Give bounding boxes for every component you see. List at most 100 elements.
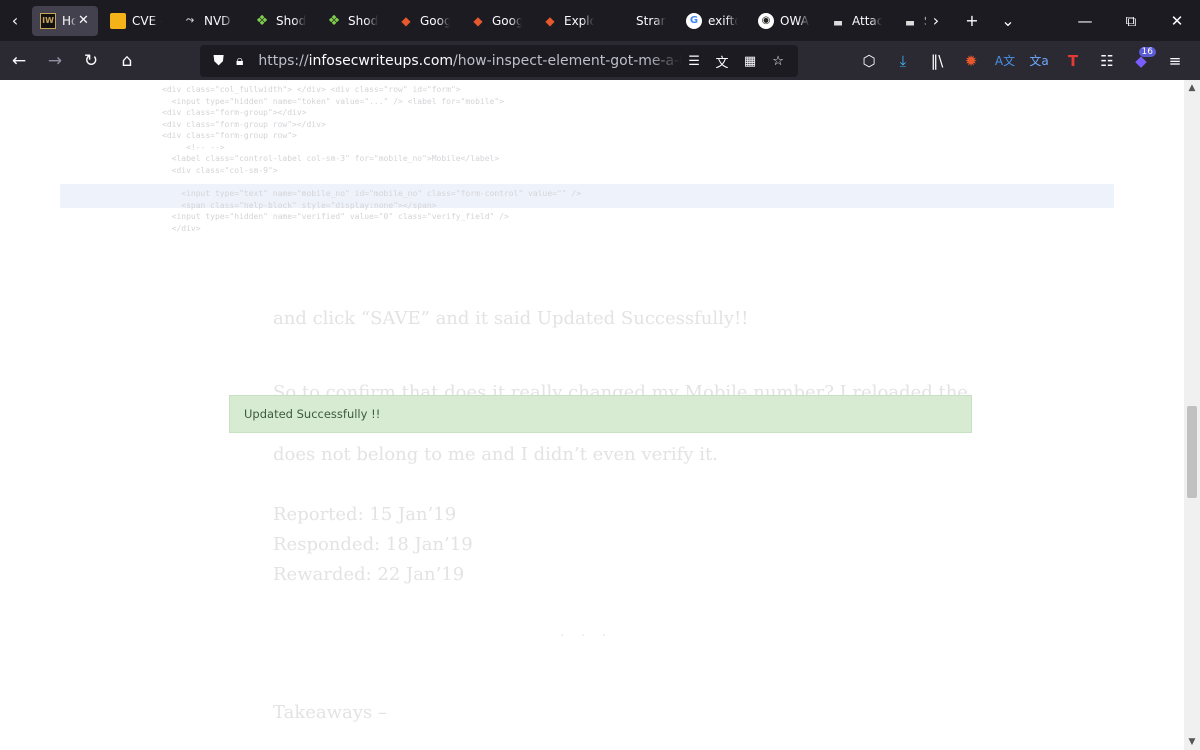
tab-label: Attack [852,13,882,28]
arrow-right-icon: → [47,50,63,71]
code-line: <div class="form-group"></div> [162,108,307,117]
lock-icon[interactable]: 🔒︎ [229,53,250,69]
tab-label: How [62,13,76,28]
chevron-right-icon: › [932,11,940,30]
forward-button[interactable]: → [38,45,72,77]
tab-scroll-right-button[interactable]: › [918,0,954,41]
mitre-attack-icon: ▃ [906,15,914,26]
page-content: <div class="col_fullwidth"> </div> <div … [0,80,1184,750]
code-line: <label class="control-label col-sm-3" fo… [162,154,500,163]
tab-label: Exploit [564,13,594,28]
home-button[interactable]: ⌂ [110,45,144,77]
mitre-attack-icon: ▃ [834,15,842,26]
cve-icon [110,12,126,29]
downloads-button[interactable]: ⤓ [886,45,920,77]
minimize-button[interactable]: — [1062,0,1108,41]
extensions-grid-button[interactable]: ☷ [1090,45,1124,77]
t-extension-button[interactable]: T [1056,45,1090,77]
url-host: infosecwriteups.com [308,53,454,69]
tab-label: exiftool [708,13,738,28]
library-button[interactable]: ‖\ [920,45,954,77]
code-line: <div class="col_fullwidth"> </div> <div … [162,85,461,94]
pocket-icon: ⬡ [862,51,876,70]
tab-shodan-1[interactable]: ❖ Shodan [246,6,314,36]
translate-icon[interactable]: 文 [710,49,734,73]
t-extension-icon: T [1067,51,1079,70]
arrow-left-icon: ← [11,50,27,71]
close-icon: ✕ [1170,11,1184,30]
tab-strange[interactable]: Strange [606,6,674,36]
close-icon[interactable]: ✕ [78,13,90,28]
tab-label: NVD - [204,13,234,28]
scroll-down-button[interactable]: ▼ [1184,734,1200,750]
tab-attack[interactable]: ▃ Attack [822,6,890,36]
pocket-button[interactable]: ⬡ [852,45,886,77]
nvd-icon: ⤳ [186,15,194,26]
translate-extension-icon: A文 [994,54,1016,68]
tab-google-1[interactable]: ◆ Google [390,6,458,36]
url-path: /how-inspect-element-got-me-a-bounty-58d… [453,53,683,69]
vertical-scrollbar[interactable]: ▲ ▼ [1184,80,1200,750]
url-scheme: https:// [258,53,309,69]
extension-fox-button[interactable]: ✹ [954,45,988,77]
qr-code-icon[interactable]: ▦ [738,49,762,73]
tab-exploit[interactable]: ◆ Exploit [534,6,602,36]
toolbar-right: ⬡ ⤓ ‖\ ✹ A文 文a T ☷ ◆ 16 ≡ [852,41,1192,80]
reload-button[interactable]: ↻ [74,45,108,77]
code-line: </div> [162,223,201,233]
back-button[interactable]: ← [2,45,36,77]
code-line: <!-- --> [162,142,225,152]
list-all-tabs-button[interactable]: ⌄ [990,0,1026,41]
takeaways-heading: Takeaways – [273,702,387,723]
extension-badge-count: 16 [1138,46,1156,57]
notification-message: Updated Successfully !! [244,407,381,421]
app-menu-button[interactable]: ≡ [1158,45,1192,77]
blank-icon [614,13,630,29]
owasp-icon: ◉ [758,12,774,29]
code-line: <div class="form-group row"></div> [162,119,326,129]
tab-nvd[interactable]: ⤳ NVD - [174,6,242,36]
success-notification: Updated Successfully !! [229,395,972,433]
translator-extension-icon: 文a [1029,54,1049,68]
tab-scroll-left-button[interactable]: ‹ [0,0,30,41]
tab-exiftool[interactable]: G exiftool [678,6,746,36]
tab-google-2[interactable]: ◆ Google [462,6,530,36]
tab-shodan-2[interactable]: ❖ Shodan [318,6,386,36]
tab-label: Google [420,13,450,28]
scroll-up-button[interactable]: ▲ [1184,80,1200,96]
code-line: <div class="col-sm-9"> [162,165,278,175]
tab-bar: ‹ IW How ✕ CVE - ⤳ NVD - ❖ Shodan ❖ Shod… [0,0,1200,41]
reader-view-icon[interactable]: ☰ [682,49,706,73]
tab-label: Shodan [348,13,378,28]
code-screenshot-image: <div class="col_fullwidth"> </div> <div … [60,80,1114,260]
url-text[interactable]: https://infosecwriteups.com/how-inspect-… [258,53,682,69]
url-bar-actions: ☰ 文 ▦ ☆ [682,49,790,73]
translate-extension-button[interactable]: A文 [988,45,1022,77]
new-tab-button[interactable]: + [954,0,990,41]
tab-how-inspect-element[interactable]: IW How ✕ [32,5,98,36]
reload-icon: ↻ [83,50,99,71]
tab-label: OWASP [780,13,810,28]
code-line: <input type="hidden" name="verified" val… [162,212,509,221]
code-line: <input type="hidden" name="token" value=… [162,96,504,106]
bookmark-star-icon[interactable]: ☆ [766,49,790,73]
google-icon: G [686,12,702,29]
exploit-db-icon: ◆ [545,13,555,28]
extensions-badge-button[interactable]: ◆ 16 [1124,45,1158,77]
tracking-protection-shield-icon[interactable]: ⛊ [208,53,229,69]
timeline-rewarded: Rewarded: 22 Jan’19 [273,564,465,585]
shodan-icon: ❖ [327,12,341,29]
arrow-down-icon: ▼ [1188,737,1196,747]
tab-cve[interactable]: CVE - [102,6,170,36]
translator-extension-button[interactable]: 文a [1022,45,1056,77]
url-bar[interactable]: ⛊ 🔒︎ https://infosecwriteups.com/how-ins… [200,45,798,77]
restore-button[interactable]: ⧉ [1108,0,1154,41]
home-icon: ⌂ [121,50,133,71]
plus-icon: + [965,11,979,30]
hamburger-menu-icon: ≡ [1168,51,1182,70]
tab-label: Strange [636,13,666,28]
scrollbar-thumb[interactable] [1187,406,1197,498]
fox-extension-icon: ✹ [964,51,978,70]
tab-owasp[interactable]: ◉ OWASP [750,6,818,36]
close-window-button[interactable]: ✕ [1154,0,1200,41]
